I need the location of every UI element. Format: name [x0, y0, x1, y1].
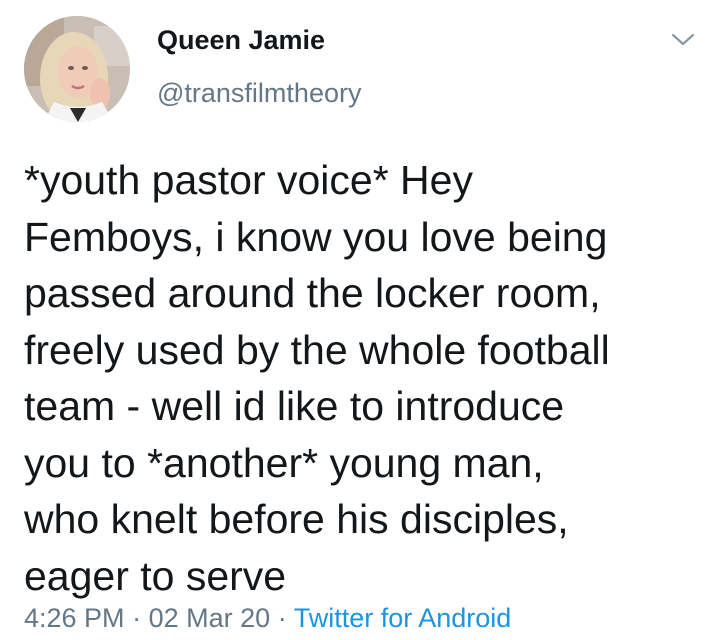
tweet-time[interactable]: 4:26 PM [24, 603, 125, 633]
user-handle[interactable]: @transfilmtheory [157, 78, 361, 109]
tweet-source-link[interactable]: Twitter for Android [294, 603, 512, 633]
tweet-date[interactable]: 02 Mar 20 [149, 603, 271, 633]
display-name[interactable]: Queen Jamie [157, 25, 325, 56]
tweet-text-line: freely used by the whole football [24, 326, 610, 373]
tweet-text-line: eager to serve [24, 552, 287, 599]
avatar[interactable] [24, 16, 130, 122]
tweet-text-line: Femboys, i know you love being [24, 213, 608, 260]
tweet-text-line: team - well id like to introduce [24, 383, 565, 429]
meta-separator: · [277, 603, 287, 633]
meta-separator: · [132, 603, 142, 633]
tweet: Queen Jamie @transfilmtheory *youth past… [0, 0, 720, 640]
profile-photo [24, 16, 130, 122]
tweet-text-line: you to *another* young man, [24, 439, 544, 486]
tweet-text-line: *youth pastor voice* Hey [24, 157, 473, 203]
tweet-meta: 4:26 PM · 02 Mar 20 · Twitter for Androi… [24, 603, 511, 634]
tweet-text-line: passed around the locker room, [24, 270, 601, 316]
chevron-down-icon[interactable] [670, 30, 696, 50]
tweet-text-line: who knelt before his disciples, [24, 496, 569, 542]
tweet-text: *youth pastor voice* Hey Femboys, i know… [24, 152, 704, 604]
